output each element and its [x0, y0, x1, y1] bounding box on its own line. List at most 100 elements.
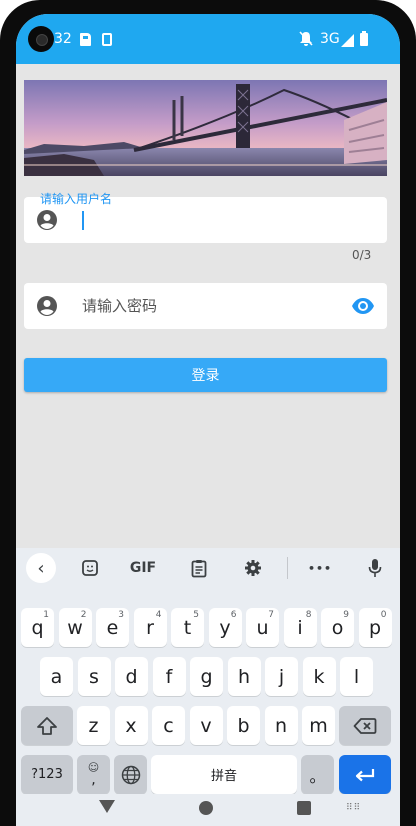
key-f[interactable]: f: [152, 657, 186, 696]
key-label: b: [237, 714, 250, 737]
app-screen: 32 3G 请输入用户名 0/3 请输入密码 登录 ‹ GIF ••• ?123…: [16, 14, 400, 826]
key-hint: 9: [343, 610, 349, 620]
key-hint: 2: [80, 610, 87, 620]
emoji-comma-key[interactable]: ☺ ,: [77, 755, 110, 794]
phone-frame: 32 3G 请输入用户名 0/3 请输入密码 登录 ‹ GIF ••• ?123…: [0, 0, 416, 826]
key-s[interactable]: s: [77, 657, 111, 696]
key-label: p: [368, 616, 382, 639]
key-p[interactable]: p0: [358, 608, 392, 647]
key-label: n: [274, 714, 288, 737]
enter-key[interactable]: [339, 755, 391, 794]
key-label: r: [146, 616, 154, 639]
key-label: h: [237, 665, 251, 688]
key-hint: 4: [155, 610, 162, 620]
username-label: 请输入用户名: [40, 192, 113, 206]
battery-icon: [360, 31, 368, 46]
key-label: o: [331, 616, 344, 639]
account-circle-icon: [37, 296, 57, 316]
gear-icon[interactable]: [236, 553, 270, 583]
bridge-banner-image: [24, 80, 387, 176]
account-circle-icon: [37, 210, 57, 230]
key-v[interactable]: v: [189, 706, 223, 745]
key-y[interactable]: y6: [208, 608, 242, 647]
key-label: i: [297, 616, 303, 639]
key-label: v: [200, 714, 212, 737]
system-nav-bar: ⠿⠿: [16, 794, 400, 826]
shift-key[interactable]: [21, 706, 73, 745]
key-n[interactable]: n: [264, 706, 298, 745]
key-o[interactable]: o9: [321, 608, 354, 647]
status-time: 32: [54, 31, 72, 47]
password-field[interactable]: 请输入密码: [24, 283, 387, 329]
mic-icon[interactable]: [358, 553, 392, 583]
key-w[interactable]: w2: [58, 608, 92, 647]
enter-icon: [355, 768, 375, 781]
password-placeholder: 请输入密码: [82, 297, 158, 315]
key-x[interactable]: x: [114, 706, 148, 745]
key-label: s: [89, 665, 99, 688]
key-j[interactable]: j: [265, 657, 298, 696]
key-r[interactable]: r4: [133, 608, 167, 647]
language-key[interactable]: [114, 755, 147, 794]
soft-keyboard: ‹ GIF ••• ?123 ☺ , 拼音 。 q 1 w 2 e 3 r 4 …: [16, 548, 400, 826]
key-label: u: [256, 616, 269, 639]
text-caret: [82, 211, 84, 230]
network-type: 3G: [320, 31, 340, 47]
backspace-key[interactable]: [339, 706, 391, 745]
key-label: g: [200, 665, 213, 688]
key-d[interactable]: d: [115, 657, 148, 696]
status-bar: 32 3G: [16, 14, 400, 64]
mute-icon: [299, 31, 313, 50]
key-q[interactable]: q1: [21, 608, 54, 647]
key-a[interactable]: a: [40, 657, 73, 696]
key-label: f: [165, 665, 173, 688]
key-e[interactable]: e3: [96, 608, 129, 647]
gif-button[interactable]: GIF: [126, 553, 160, 583]
comma-label: ,: [91, 772, 96, 788]
camera-icon: [28, 26, 54, 52]
login-button[interactable]: 登录: [24, 358, 387, 392]
key-label: j: [278, 665, 285, 688]
clipboard-icon[interactable]: [182, 553, 216, 583]
key-label: a: [50, 665, 63, 688]
toolbar-divider: [287, 557, 288, 579]
key-hint: 8: [305, 610, 312, 620]
key-hint: 5: [193, 610, 199, 620]
key-label: c: [163, 714, 174, 737]
key-l[interactable]: l: [340, 657, 373, 696]
key-m[interactable]: m: [302, 706, 335, 745]
key-hint: 6: [230, 610, 237, 620]
key-hint: 0: [380, 610, 387, 620]
key-label: x: [125, 714, 137, 737]
key-z[interactable]: z: [77, 706, 110, 745]
keyboard-toolbar: ‹ GIF •••: [16, 548, 400, 588]
nav-recents-icon[interactable]: [297, 801, 311, 815]
nav-back-icon[interactable]: [99, 800, 115, 813]
key-b[interactable]: b: [227, 706, 260, 745]
key-g[interactable]: g: [190, 657, 223, 696]
key-c[interactable]: c: [152, 706, 185, 745]
more-button[interactable]: •••: [303, 553, 337, 583]
key-u[interactable]: u7: [246, 608, 279, 647]
period-key[interactable]: 。: [301, 755, 334, 794]
key-i[interactable]: i8: [283, 608, 317, 647]
sim-icon: [102, 33, 112, 46]
key-label: z: [88, 714, 99, 737]
key-label: q: [31, 616, 44, 639]
key-t[interactable]: t5: [171, 608, 204, 647]
key-hint: 3: [118, 610, 124, 620]
key-hint: 1: [43, 610, 49, 620]
key-label: y: [219, 616, 231, 639]
eye-icon[interactable]: [351, 295, 375, 317]
back-icon[interactable]: ‹: [26, 553, 56, 583]
signal-icon: [341, 34, 354, 47]
nav-home-icon[interactable]: [199, 801, 213, 815]
key-label: k: [313, 665, 325, 688]
key-h[interactable]: h: [227, 657, 261, 696]
space-key[interactable]: 拼音: [151, 755, 297, 794]
keyboard-switch-icon[interactable]: ⠿⠿: [346, 803, 361, 813]
key-k[interactable]: k: [302, 657, 336, 696]
key-label: t: [183, 616, 192, 639]
sticker-icon[interactable]: [73, 553, 107, 583]
symbols-key[interactable]: ?123: [21, 755, 73, 794]
